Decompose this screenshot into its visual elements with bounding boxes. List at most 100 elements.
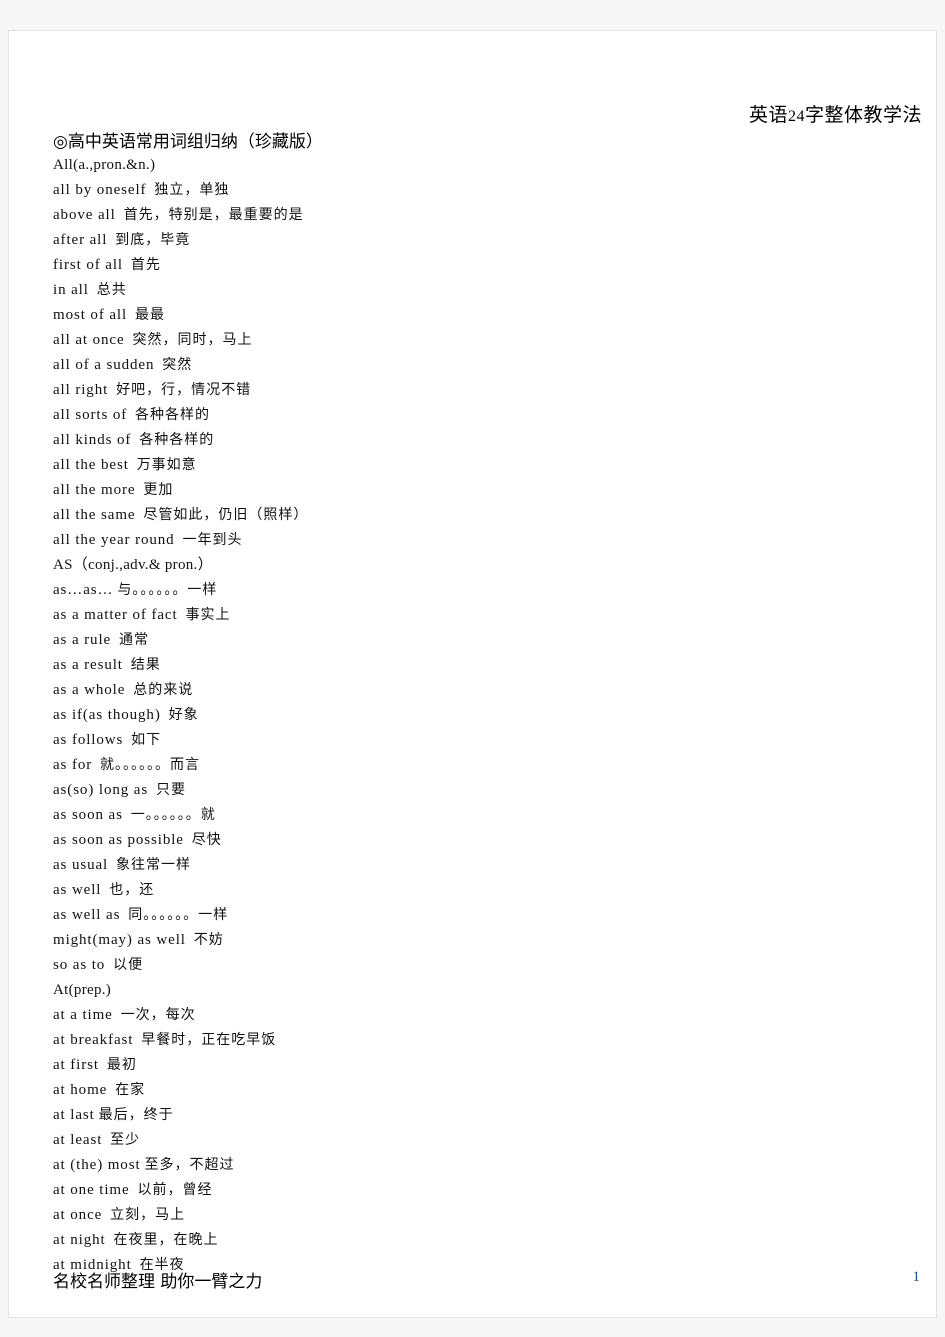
phrase-chinese: 也，还 [109, 882, 155, 898]
phrase-english: at last [53, 1107, 95, 1123]
phrase-section-heading: At(prep.) [53, 978, 893, 1003]
phrase-english: all right [53, 382, 109, 398]
phrase-english: above all [53, 207, 116, 223]
phrase-entry: as follows 如下 [53, 728, 893, 753]
phrase-english: most of all [53, 307, 128, 323]
phrase-chinese: 结果 [130, 657, 161, 673]
phrase-english: all kinds of [53, 432, 132, 448]
phrase-chinese: 尽快 [191, 832, 222, 848]
phrase-chinese: 好象 [168, 707, 199, 723]
phrase-english: as well as [53, 907, 121, 923]
phrase-entry: all the year round 一年到头 [53, 528, 893, 553]
phrase-entry: might(may) as well 不妨 [53, 928, 893, 953]
phrase-english: at first [53, 1057, 99, 1073]
phrase-entry: at a time 一次，每次 [53, 1003, 893, 1028]
phrase-chinese: 突然，同时，马上 [132, 332, 253, 348]
phrase-chinese: 一次，每次 [120, 1007, 196, 1023]
phrase-entry: all sorts of 各种各样的 [53, 403, 893, 428]
phrase-chinese: 通常 [118, 632, 149, 648]
phrase-chinese: 突然 [162, 357, 193, 373]
phrase-entry: at once 立刻，马上 [53, 1203, 893, 1228]
phrase-english: All(a.,pron.&n.) [53, 157, 156, 173]
phrase-english: as usual [53, 857, 109, 873]
phrase-english: at one time [53, 1182, 130, 1198]
phrase-list: All(a.,pron.&n.) all by oneself 独立，单独 abov… [53, 153, 893, 1278]
phrase-entry: after all 到底，毕竟 [53, 228, 893, 253]
phrase-entry: most of all 最最 [53, 303, 893, 328]
phrase-entry: as usual 象往常一样 [53, 853, 893, 878]
phrase-english: at least [53, 1132, 103, 1148]
phrase-english: At(prep.) [53, 982, 112, 998]
phrase-entry: as for 就。。。。。。而言 [53, 753, 893, 778]
phrase-english: as well [53, 882, 102, 898]
phrase-chinese: 好吧，行，情况不错 [116, 382, 252, 398]
phrase-chinese: 首先 [130, 257, 161, 273]
phrase-entry: as well as 同。。。。。。一样 [53, 903, 893, 928]
phrase-entry: in all 总共 [53, 278, 893, 303]
phrase-english: as a matter of fact [53, 607, 178, 623]
document-page: 英语24字整体教学法 ◎高中英语常用词组归纳（珍藏版） All(a.,pron.… [8, 30, 937, 1318]
phrase-english: as if(as though) [53, 707, 161, 723]
phrase-section-heading: AS（conj.,adv.& pron.） [53, 553, 893, 578]
phrase-chinese: 早餐时，正在吃早饭 [141, 1032, 277, 1048]
phrase-english: all the best [53, 457, 129, 473]
phrase-english: at a time [53, 1007, 113, 1023]
phrase-chinese: 一年到头 [182, 532, 243, 548]
phrase-chinese: 在家 [115, 1082, 146, 1098]
phrase-chinese: 最初 [106, 1057, 137, 1073]
phrase-entry: all at once 突然，同时，马上 [53, 328, 893, 353]
phrase-entry: as soon as 一。。。。。。就 [53, 803, 893, 828]
phrase-entry: as a rule 通常 [53, 628, 893, 653]
phrase-entry: all the same 尽管如此，仍旧（照样） [53, 503, 893, 528]
phrase-english: at once [53, 1207, 103, 1223]
phrase-chinese: 独立，单独 [154, 182, 230, 198]
phrase-entry: as…as… 与。。。。。。一样 [53, 578, 893, 603]
phrase-entry: at night 在夜里，在晚上 [53, 1228, 893, 1253]
phrase-chinese: 立刻，马上 [110, 1207, 186, 1223]
phrase-chinese: 以便 [113, 957, 144, 973]
phrase-chinese: 事实上 [185, 607, 231, 623]
phrase-chinese: 总共 [96, 282, 127, 298]
phrase-chinese: 首先，特别是，最重要的是 [123, 207, 304, 223]
phrase-entry: above all 首先，特别是，最重要的是 [53, 203, 893, 228]
phrase-entry: as a whole 总的来说 [53, 678, 893, 703]
phrase-chinese: 如下 [131, 732, 162, 748]
phrase-english: all the more [53, 482, 136, 498]
phrase-chinese: 万事如意 [136, 457, 197, 473]
phrase-english: as a result [53, 657, 123, 673]
phrase-chinese: 就。。。。。。而言 [100, 757, 201, 773]
header-text-before: 英语 [748, 104, 788, 126]
phrase-chinese: 到底，毕竟 [115, 232, 191, 248]
phrase-entry: all the more 更加 [53, 478, 893, 503]
phrase-entry: at last 最后，终于 [53, 1103, 893, 1128]
phrase-chinese: 更加 [143, 482, 174, 498]
phrase-entry: at one time 以前，曾经 [53, 1178, 893, 1203]
phrase-english: at breakfast [53, 1032, 134, 1048]
phrase-english: all the same [53, 507, 136, 523]
phrase-entry: so as to 以便 [53, 953, 893, 978]
phrase-english: at night [53, 1232, 106, 1248]
phrase-chinese: 以前，曾经 [137, 1182, 213, 1198]
phrase-english: at (the) most [53, 1157, 141, 1173]
phrase-english: as for [53, 757, 93, 773]
phrase-entry: at (the) most 至多，不超过 [53, 1153, 893, 1178]
phrase-entry: first of all 首先 [53, 253, 893, 278]
phrase-english: as…as… [53, 582, 114, 598]
phrase-english: all by oneself [53, 182, 147, 198]
phrase-english: in all [53, 282, 89, 298]
phrase-english: after all [53, 232, 108, 248]
phrase-english: as follows [53, 732, 124, 748]
phrase-chinese: 至少 [110, 1132, 141, 1148]
phrase-entry: as a result 结果 [53, 653, 893, 678]
page-number: 1 [912, 1269, 921, 1285]
phrase-entry: at home 在家 [53, 1078, 893, 1103]
phrase-entry: at breakfast 早餐时，正在吃早饭 [53, 1028, 893, 1053]
page-header: 英语24字整体教学法 [749, 100, 922, 127]
phrase-english: all sorts of [53, 407, 128, 423]
phrase-entry: at first 最初 [53, 1053, 893, 1078]
phrase-english: at home [53, 1082, 108, 1098]
phrase-chinese: 一。。。。。。就 [130, 807, 216, 823]
phrase-english: might(may) as well [53, 932, 186, 948]
phrase-english: as a rule [53, 632, 112, 648]
phrase-chinese: 在夜里，在晚上 [113, 1232, 219, 1248]
